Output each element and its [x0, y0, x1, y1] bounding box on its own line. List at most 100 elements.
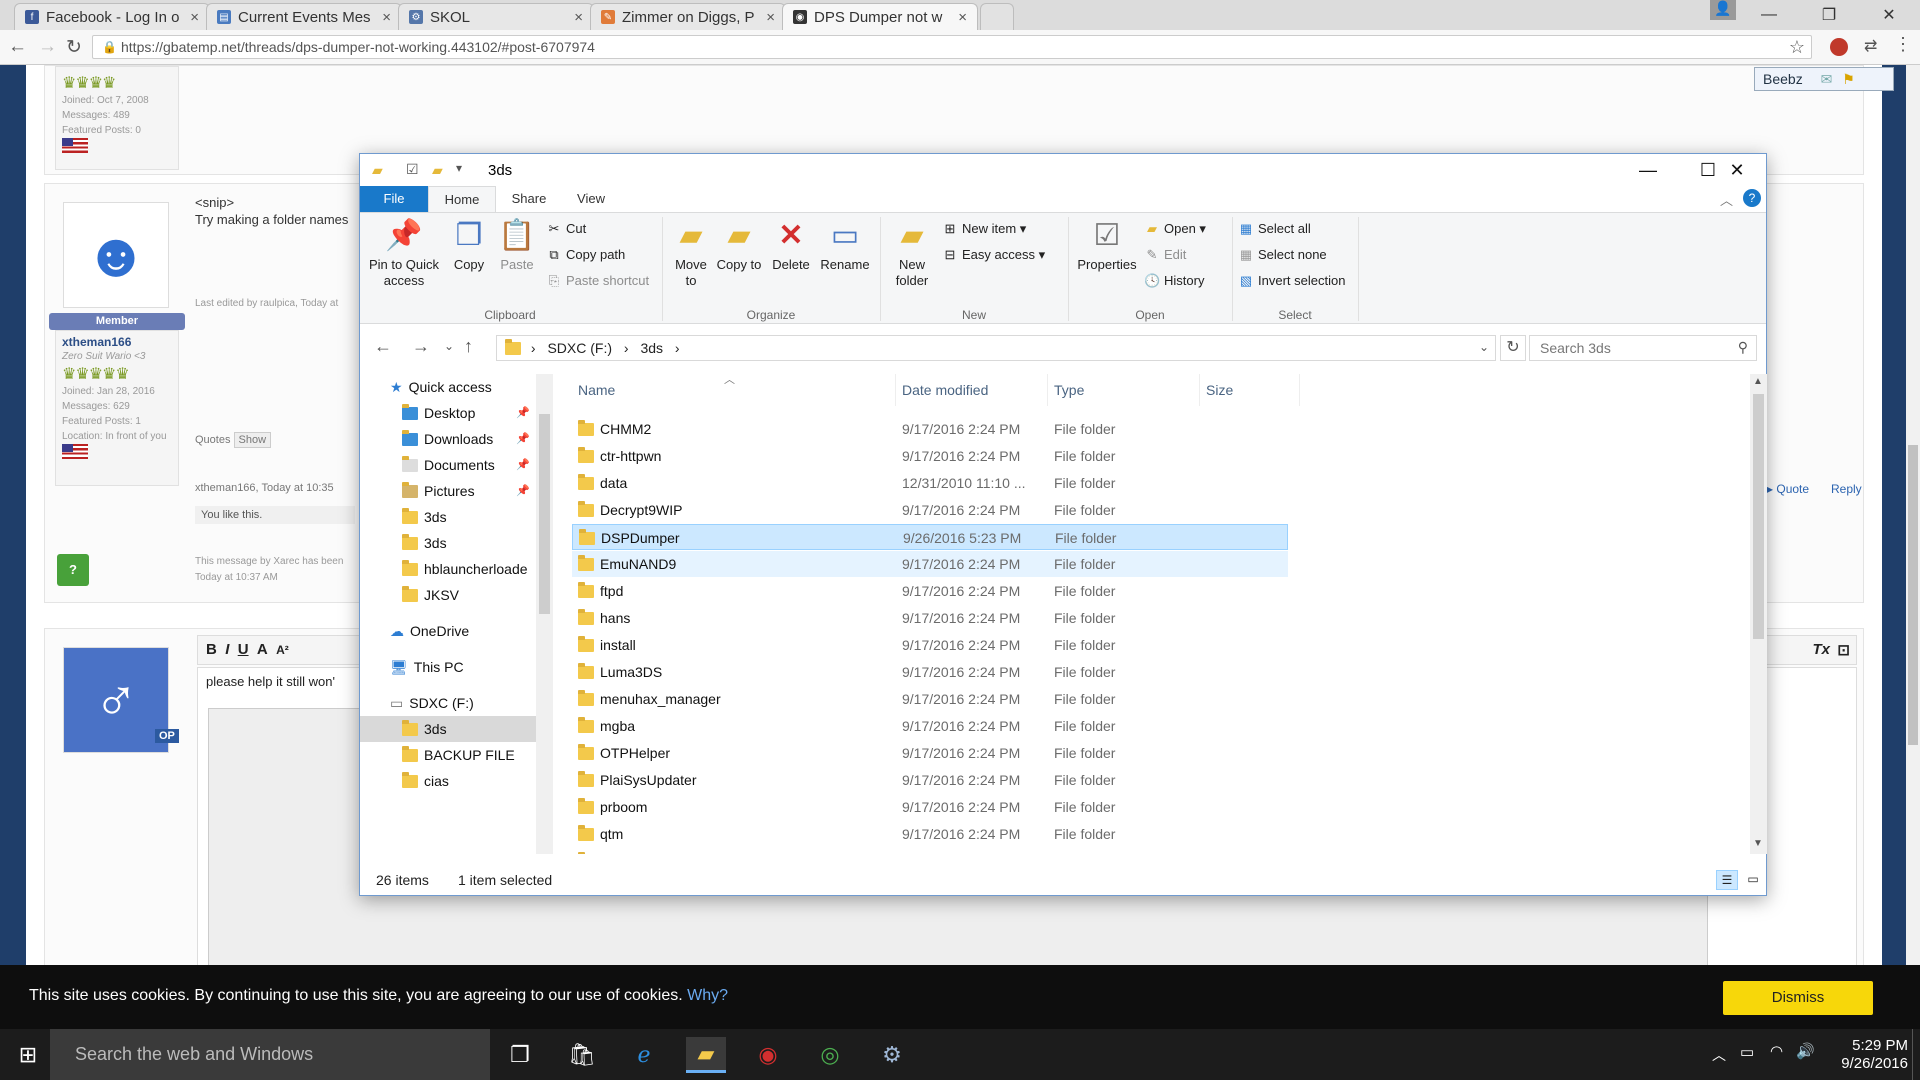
- nav-item-jksv[interactable]: JKSV: [402, 582, 459, 608]
- refresh-icon[interactable]: ↻: [1500, 335, 1526, 361]
- nav-item-hblauncherloader[interactable]: hblauncherloade: [402, 556, 528, 582]
- edit-button[interactable]: ✎ Edit: [1144, 247, 1187, 263]
- windows-start-icon[interactable]: ⊞: [8, 1037, 48, 1073]
- file-row[interactable]: CHMM2 9/17/2016 2:24 PM File folder: [572, 416, 1288, 442]
- pin-to-quick-access-button[interactable]: 📌 Pin to Quick access: [364, 219, 444, 289]
- copy-button[interactable]: ❐ Copy: [446, 219, 492, 273]
- scroll-up-icon[interactable]: ▲: [1753, 376, 1763, 387]
- file-row[interactable]: data 12/31/2010 11:10 ... File folder: [572, 470, 1288, 496]
- new-item-button[interactable]: ⊞ New item ▾: [942, 221, 1027, 237]
- scrollbar-thumb[interactable]: [1753, 394, 1764, 639]
- tab-home[interactable]: Home: [428, 186, 496, 212]
- forward-icon[interactable]: →: [412, 336, 430, 357]
- select-none-button[interactable]: ▦ Select none: [1238, 247, 1327, 263]
- column-header-type[interactable]: Type: [1048, 374, 1200, 406]
- close-icon[interactable]: ×: [190, 9, 199, 26]
- large-icons-view-icon[interactable]: ▭: [1742, 870, 1764, 890]
- address-breadcrumb[interactable]: › SDXC (F:) › 3ds › ⌄: [496, 335, 1496, 361]
- close-icon[interactable]: ✕: [1707, 154, 1767, 186]
- nav-item-documents[interactable]: Documents 📌: [402, 452, 534, 478]
- file-row[interactable]: PlaiSysUpdater 9/17/2016 2:24 PM File fold…: [572, 767, 1288, 793]
- tab-zimmer[interactable]: ✎ Zimmer on Diggs, P ×: [590, 3, 786, 30]
- store-icon[interactable]: 🛍: [562, 1037, 602, 1073]
- tab-skol[interactable]: ⚙ SKOL ×: [398, 3, 594, 30]
- properties-quick-icon[interactable]: ☑: [406, 161, 419, 178]
- underline-icon[interactable]: U: [238, 641, 249, 658]
- column-header-size[interactable]: Size: [1200, 374, 1300, 406]
- cookie-why-link[interactable]: Why?: [687, 987, 728, 1004]
- steam-icon[interactable]: ⚙: [872, 1037, 912, 1073]
- avatar[interactable]: ♂: [63, 647, 169, 753]
- nav-onedrive[interactable]: ☁ OneDrive: [390, 618, 469, 644]
- new-folder-quick-icon[interactable]: ▰: [432, 162, 443, 179]
- toggle-bbcode-icon[interactable]: ⊡: [1837, 641, 1850, 659]
- task-view-icon[interactable]: ❐: [500, 1037, 540, 1073]
- paste-button[interactable]: 📋 Paste: [494, 219, 540, 273]
- up-icon[interactable]: ↑: [464, 336, 473, 357]
- file-row[interactable]: mgba 9/17/2016 2:24 PM File folder: [572, 713, 1288, 739]
- nav-item-3ds[interactable]: 3ds: [402, 504, 447, 530]
- easy-access-button[interactable]: ⊟ Easy access ▾: [942, 247, 1046, 263]
- show-hidden-icons-icon[interactable]: ︿: [1712, 1045, 1726, 1065]
- file-row[interactable]: ftpd 9/17/2016 2:24 PM File folder: [572, 578, 1288, 604]
- close-window-icon[interactable]: ✕: [1866, 0, 1912, 30]
- file-row[interactable]: scrtool 9/17/2016 2:24 PM File folder: [572, 848, 1288, 854]
- wifi-icon[interactable]: ◠: [1770, 1042, 1783, 1060]
- help-icon[interactable]: ?: [1743, 189, 1761, 207]
- customize-toolbar-icon[interactable]: ▾: [456, 161, 462, 175]
- minimize-icon[interactable]: —: [1618, 154, 1678, 186]
- file-row[interactable]: Decrypt9WIP 9/17/2016 2:24 PM File folder: [572, 497, 1288, 523]
- scroll-down-icon[interactable]: ▼: [1753, 838, 1763, 849]
- nav-quick-access[interactable]: ★ Quick access: [390, 374, 492, 400]
- tab-current-events[interactable]: ▤ Current Events Mes ×: [206, 3, 402, 30]
- file-row[interactable]: OTPHelper 9/17/2016 2:24 PM File folder: [572, 740, 1288, 766]
- chevron-down-icon[interactable]: ⌄: [1479, 340, 1489, 354]
- breadcrumb-3ds[interactable]: 3ds: [640, 340, 663, 356]
- scrollbar-thumb[interactable]: [539, 414, 550, 614]
- profile-icon[interactable]: 👤: [1710, 0, 1736, 20]
- font-color-icon[interactable]: A: [257, 641, 268, 658]
- column-header-date[interactable]: Date modified: [896, 374, 1048, 406]
- file-row[interactable]: qtm 9/17/2016 2:24 PM File folder: [572, 821, 1288, 847]
- clock[interactable]: 5:29 PM 9/26/2016: [1818, 1037, 1908, 1073]
- collapse-ribbon-icon[interactable]: ︿: [1720, 190, 1733, 209]
- nav-this-pc[interactable]: 🖥 This PC: [390, 654, 464, 680]
- taskbar-search-input[interactable]: Search the web and Windows: [50, 1029, 490, 1080]
- file-row[interactable]: install 9/17/2016 2:24 PM File folder: [572, 632, 1288, 658]
- file-row[interactable]: EmuNAND9 9/17/2016 2:24 PM File folder: [572, 551, 1288, 577]
- nav-scrollbar[interactable]: [536, 374, 553, 854]
- app-icon[interactable]: ◉: [748, 1037, 788, 1073]
- copy-to-button[interactable]: ▰ Copy to: [716, 219, 762, 273]
- recent-locations-icon[interactable]: ⌄: [444, 339, 454, 353]
- nav-item-3ds-selected[interactable]: 3ds: [360, 716, 536, 742]
- volume-icon[interactable]: 🔊: [1796, 1042, 1815, 1060]
- page-scrollbar[interactable]: [1906, 65, 1920, 965]
- column-header-name[interactable]: Name ︿: [572, 374, 896, 406]
- nav-item-backup-file[interactable]: BACKUP FILE: [402, 742, 515, 768]
- history-button[interactable]: 🕓 History: [1144, 273, 1204, 289]
- tab-view[interactable]: View: [560, 186, 622, 212]
- rename-button[interactable]: ▭ Rename: [818, 219, 872, 273]
- new-folder-button[interactable]: ▰ New folder: [886, 219, 938, 289]
- font-size-icon[interactable]: A²: [276, 643, 289, 657]
- tab-share[interactable]: Share: [498, 186, 560, 212]
- tab-facebook[interactable]: f Facebook - Log In o ×: [14, 3, 210, 30]
- nav-item-pictures[interactable]: Pictures 📌: [402, 478, 534, 504]
- dismiss-button[interactable]: Dismiss: [1723, 981, 1873, 1015]
- file-row[interactable]: hans 9/17/2016 2:24 PM File folder: [572, 605, 1288, 631]
- extension-icon[interactable]: ⇄: [1864, 36, 1877, 56]
- chrome-icon[interactable]: ◎: [810, 1037, 850, 1073]
- file-row[interactable]: prboom 9/17/2016 2:24 PM File folder: [572, 794, 1288, 820]
- close-icon[interactable]: ×: [574, 9, 583, 26]
- file-explorer-icon[interactable]: ▰: [686, 1037, 726, 1073]
- reload-icon[interactable]: ↻: [66, 36, 82, 59]
- user-nav-box[interactable]: Beebz ✉ ⚑: [1754, 67, 1894, 91]
- move-to-button[interactable]: ▰ Move to: [668, 219, 714, 289]
- url-field[interactable]: 🔒 https://gbatemp.net/threads/dps-dumper…: [92, 35, 1812, 59]
- details-view-icon[interactable]: ☰: [1716, 870, 1738, 890]
- avatar[interactable]: ☻: [63, 202, 169, 308]
- scrollbar-thumb[interactable]: [1908, 445, 1918, 745]
- file-list-scrollbar[interactable]: ▲ ▼: [1750, 374, 1767, 854]
- bookmark-star-icon[interactable]: ☆: [1789, 37, 1805, 58]
- edge-icon[interactable]: ℯ: [624, 1037, 664, 1073]
